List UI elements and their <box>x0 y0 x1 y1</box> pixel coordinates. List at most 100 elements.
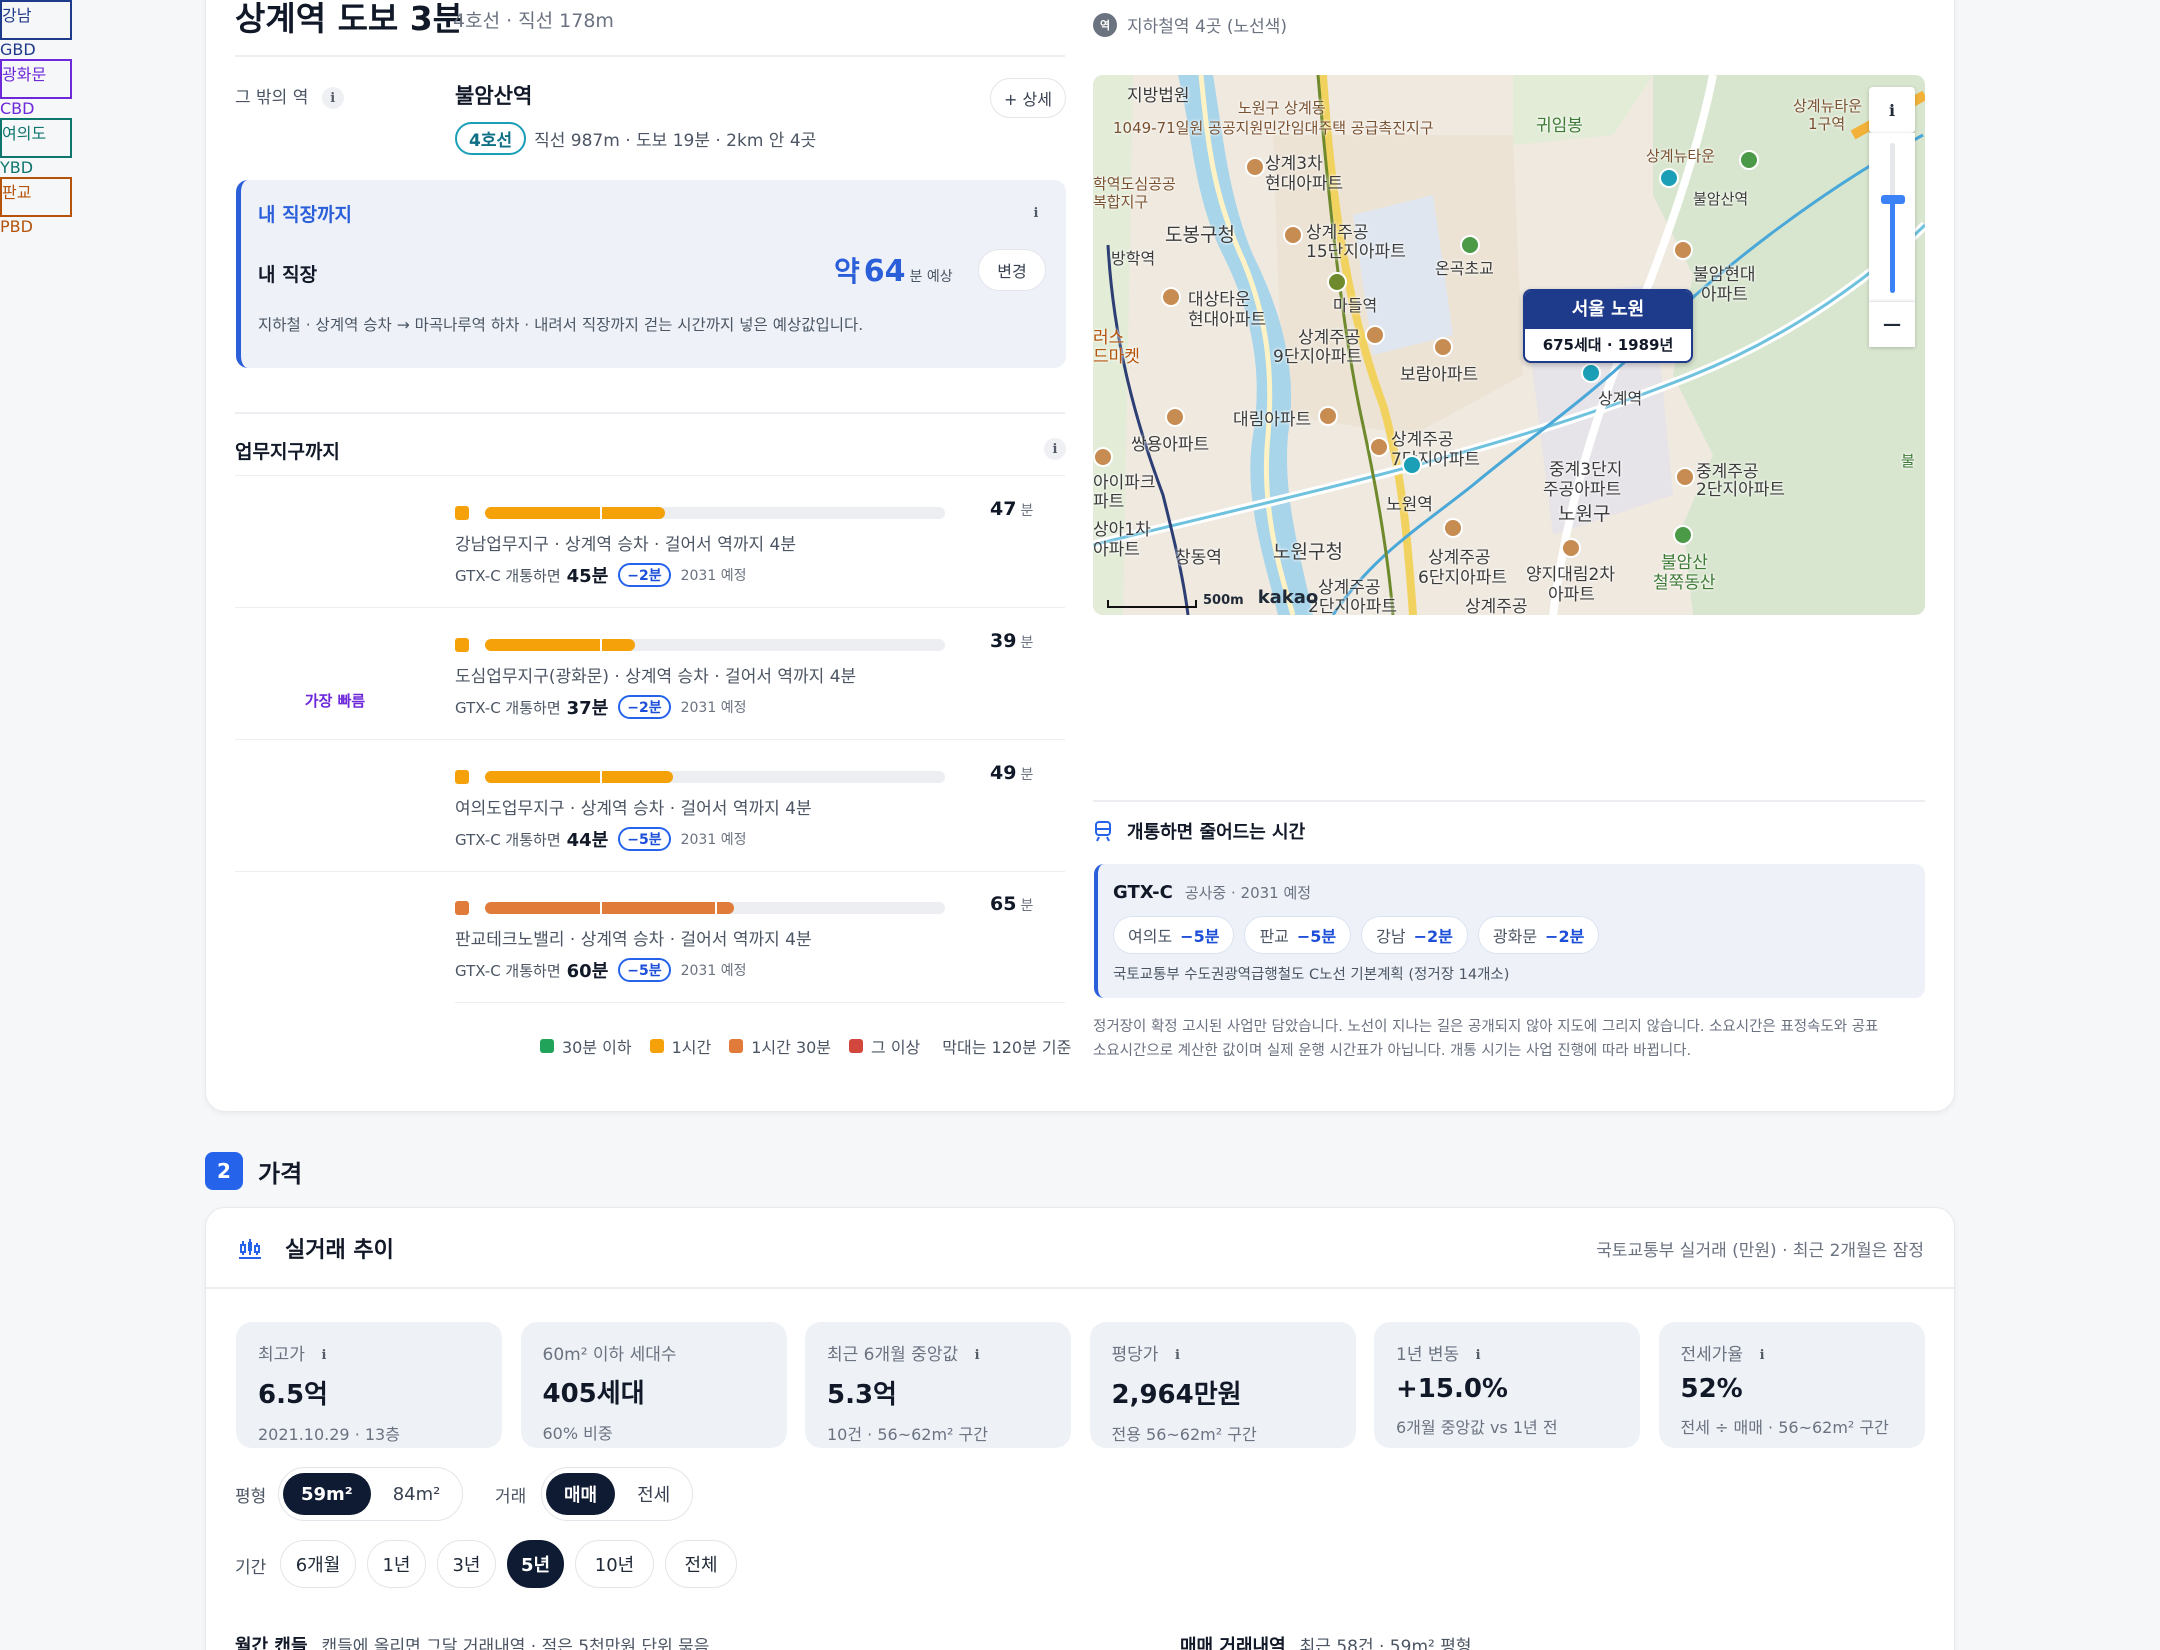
business-title: 업무지구까지 <box>235 441 340 463</box>
stat-card: 최근 6개월 중앙값 i 5.3억 10건 · 56~62m² 구간 <box>805 1322 1071 1448</box>
map-label: 1049-71일원 공공지원민간임대주택 공급촉진지구 <box>1113 119 1434 137</box>
apartment-pin[interactable] <box>1433 337 1453 357</box>
gtx-delta: −5분 <box>618 827 671 851</box>
bar-tick <box>600 771 602 783</box>
area-selector[interactable]: 59m² 84m² <box>278 1467 464 1521</box>
commute-desc: 판교테크노밸리 · 상계역 승차 · 걸어서 역까지 4분 <box>455 930 812 950</box>
gtx-tag-label: 광화문 <box>1492 927 1538 946</box>
zone-sq <box>455 506 469 520</box>
detail-button[interactable]: + 상세 <box>990 78 1066 118</box>
apartment-pin[interactable] <box>1443 518 1463 538</box>
gtx-delta: −2분 <box>618 563 671 587</box>
workplace-name: 내 직장 <box>258 264 318 286</box>
station-marker[interactable] <box>1402 455 1422 475</box>
workplace-change-button[interactable]: 변경 <box>978 249 1046 291</box>
gtx-year: 2031 예정 <box>680 700 747 716</box>
map-label: 6단지아파트 <box>1418 568 1508 588</box>
page-title: 상계역 도보 3분 <box>235 0 464 38</box>
park-pin <box>1460 235 1480 255</box>
zone-badge: 광화문 <box>0 59 72 99</box>
deal-selector[interactable]: 매매 전세 <box>541 1467 694 1521</box>
apartment-pin[interactable] <box>1161 287 1181 307</box>
bar-tick <box>600 902 602 914</box>
gtx-prefix: GTX-C 개통하면 <box>455 961 561 980</box>
stat-label: 최근 6개월 중앙값 i <box>827 1340 1049 1366</box>
gtx-time: 45분 <box>566 566 609 587</box>
gtx-tag: 판교 −5분 <box>1244 916 1352 954</box>
station-marker[interactable] <box>1581 363 1601 383</box>
deal-option[interactable]: 전세 <box>619 1473 688 1515</box>
minutes-unit: 분 <box>1020 767 1034 783</box>
workplace-info-icon[interactable]: i <box>1025 202 1047 224</box>
divider <box>455 1002 1065 1003</box>
gtx-tag: 강남 −2분 <box>1361 916 1468 954</box>
period-option[interactable]: 전체 <box>665 1540 737 1588</box>
period-option[interactable]: 6개월 <box>280 1540 356 1588</box>
info-icon[interactable]: i <box>321 87 344 109</box>
gtx-source: 국토교통부 수도권광역급행철도 C노선 기본계획 (정거장 14개소) <box>1113 967 1510 983</box>
zoom-slider[interactable] <box>1869 133 1915 301</box>
station-marker[interactable] <box>1659 168 1679 188</box>
apartment-pin[interactable] <box>1318 406 1338 426</box>
zone-sq <box>455 770 469 784</box>
legend-swatch <box>649 1039 664 1053</box>
map-info-button[interactable]: i <box>1869 87 1915 133</box>
workplace-note: 지하철 · 상계역 승차 → 마곡나루역 하차 · 내려서 직장까지 걷는 시간… <box>258 316 864 334</box>
legend-item: 30분 이하 <box>540 1034 632 1058</box>
apartment-pin[interactable] <box>1365 325 1385 345</box>
apartment-pin[interactable] <box>1673 240 1693 260</box>
apartment-pin[interactable] <box>1561 538 1581 558</box>
legend-swatch <box>729 1039 744 1053</box>
map[interactable]: 지방법원 노원구 상계동 1049-71일원 공공지원민간임대주택 공급촉진지구… <box>1093 75 1925 615</box>
bar-tick <box>715 902 717 914</box>
divider <box>1093 800 1925 802</box>
apartment-pin[interactable] <box>1093 447 1113 467</box>
zoom-handle[interactable] <box>1881 195 1905 204</box>
gtx-header: 개통하면 줄어드는 시간 <box>1093 818 1305 844</box>
map-label: 현대아파트 <box>1188 310 1267 330</box>
park-pin <box>1673 525 1693 545</box>
info-icon[interactable]: i <box>966 1344 988 1366</box>
area-option[interactable]: 84m² <box>375 1473 459 1515</box>
apartment-pin[interactable] <box>1283 225 1303 245</box>
zoom-fill <box>1890 198 1895 293</box>
gtx-status: 공사중 · 2031 예정 <box>1184 884 1312 902</box>
apartment-pin[interactable] <box>1165 407 1185 427</box>
park-pin <box>1739 150 1759 170</box>
area-option[interactable]: 59m² <box>283 1473 371 1515</box>
bar-fill <box>485 639 635 651</box>
stat-card: 60m² 이하 세대수 405세대 60% 비중 <box>520 1322 787 1448</box>
zone-badge: 강남 <box>0 0 72 40</box>
stat-card: 1년 변동 i +15.0% 6개월 중앙값 vs 1년 전 <box>1374 1322 1640 1448</box>
stat-label: 1년 변동 i <box>1396 1340 1618 1366</box>
map-label: 9단지아파트 <box>1273 347 1363 367</box>
info-icon[interactable]: i <box>1467 1344 1489 1366</box>
minutes-unit: 분 <box>1020 503 1034 519</box>
info-icon[interactable]: i <box>1751 1344 1773 1366</box>
station-marker[interactable] <box>1327 272 1347 292</box>
apartment-pin[interactable] <box>1369 437 1389 457</box>
workplace-section-title: 내 직장까지 <box>258 204 353 226</box>
deal-option[interactable]: 매매 <box>546 1473 616 1515</box>
stat-value: 2,964만원 <box>1111 1380 1242 1410</box>
map-label: 1구역 <box>1808 115 1846 133</box>
business-info-icon[interactable]: i <box>1044 438 1066 460</box>
stat-label-text: 전세가율 <box>1680 1345 1744 1365</box>
info-icon[interactable]: i <box>313 1344 335 1366</box>
period-option[interactable]: 5년 <box>507 1540 564 1588</box>
period-option[interactable]: 1년 <box>367 1540 426 1588</box>
apartment-pin[interactable] <box>1245 157 1265 177</box>
legend-item: 1시간 30분 <box>729 1034 831 1058</box>
zone-extra: 가장 빠름 <box>304 692 366 710</box>
zoom-out-button[interactable]: − <box>1869 301 1915 347</box>
other-station-detail: 직선 987m · 도보 19분 · 2km 안 4곳 <box>534 131 817 151</box>
divider <box>235 55 1065 57</box>
minutes-value: 47 <box>990 498 1017 520</box>
period-option[interactable]: 10년 <box>575 1540 654 1588</box>
map-label: 귀임봉 <box>1536 116 1583 136</box>
apartment-pin[interactable] <box>1675 467 1695 487</box>
period-option[interactable]: 3년 <box>437 1540 496 1588</box>
map-popup[interactable]: 서울 노원 675세대 · 1989년 <box>1523 289 1693 363</box>
info-icon[interactable]: i <box>1166 1344 1188 1366</box>
gtx-title: 개통하면 줄어드는 시간 <box>1127 822 1306 843</box>
